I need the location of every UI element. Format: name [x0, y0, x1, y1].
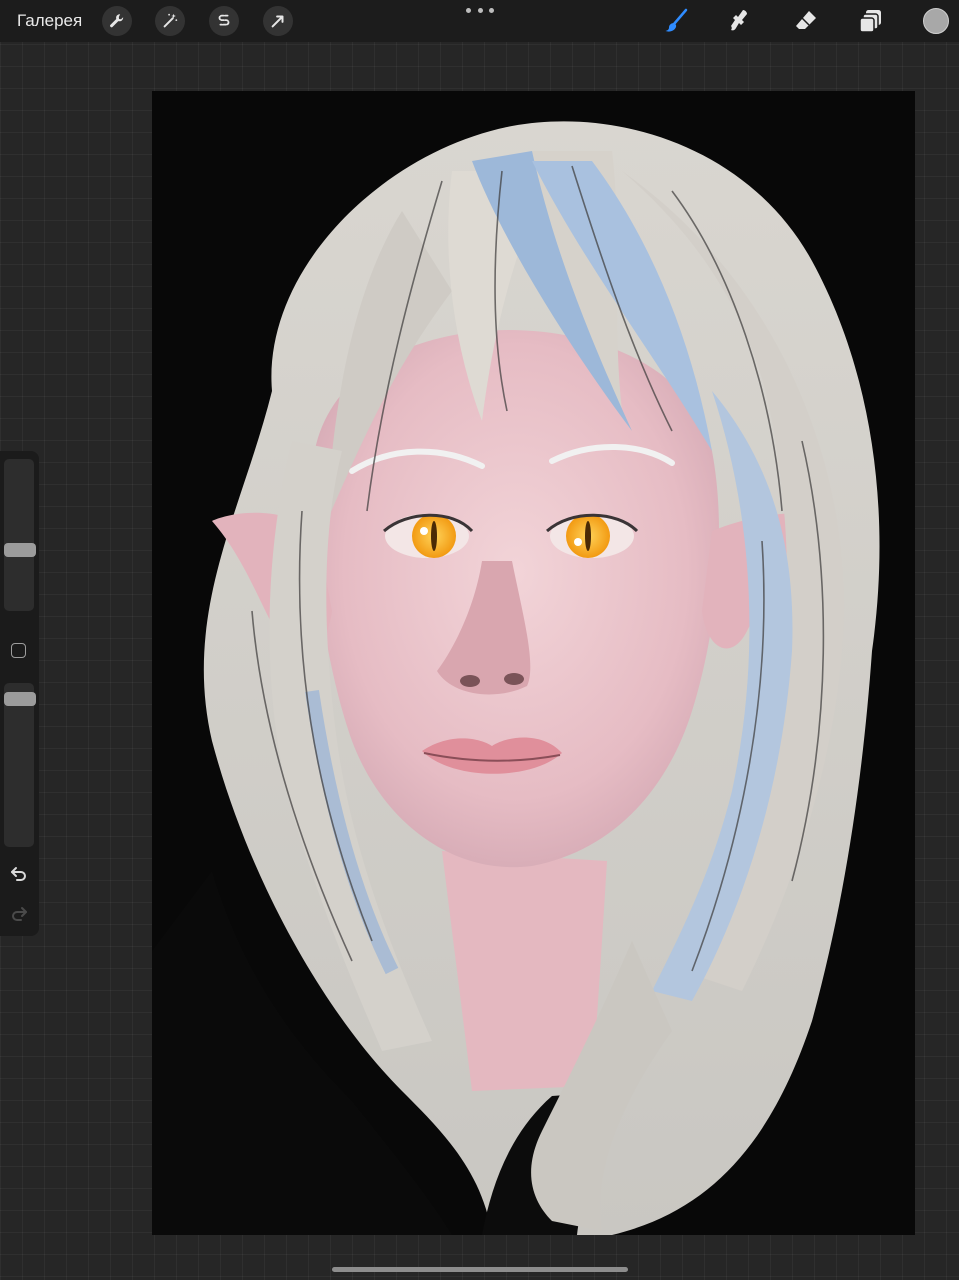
- portrait-artwork: [152, 121, 880, 1235]
- left-sidebar: [0, 451, 39, 936]
- redo-icon[interactable]: [8, 902, 30, 924]
- selection-button[interactable]: [209, 6, 239, 36]
- dot-icon: [477, 7, 483, 13]
- undo-icon[interactable]: [8, 862, 30, 884]
- eraser-icon[interactable]: [792, 7, 820, 35]
- layers-icon[interactable]: [857, 7, 885, 35]
- gallery-button[interactable]: Галерея: [17, 11, 82, 31]
- magic-wand-icon: [163, 13, 178, 28]
- transform-button[interactable]: [263, 6, 293, 36]
- modify-button[interactable]: [11, 643, 26, 658]
- smudge-icon[interactable]: [726, 7, 754, 35]
- home-indicator[interactable]: [332, 1267, 628, 1272]
- top-toolbar: Галерея: [0, 0, 959, 42]
- selection-s-icon: [218, 14, 230, 26]
- actions-button[interactable]: [102, 6, 132, 36]
- opacity-slider[interactable]: [4, 683, 34, 847]
- wrench-icon: [110, 14, 124, 28]
- brush-size-handle[interactable]: [4, 543, 36, 557]
- opacity-handle[interactable]: [4, 692, 36, 706]
- dot-icon: [489, 7, 494, 13]
- more-options-button[interactable]: [466, 3, 494, 17]
- brush-size-slider[interactable]: [4, 459, 34, 611]
- adjustments-button[interactable]: [155, 6, 185, 36]
- brush-icon[interactable]: [662, 7, 690, 35]
- transform-arrow-icon: [271, 15, 284, 28]
- dot-icon: [466, 7, 471, 13]
- color-picker-button[interactable]: [923, 8, 949, 34]
- drawing-canvas[interactable]: [152, 91, 915, 1235]
